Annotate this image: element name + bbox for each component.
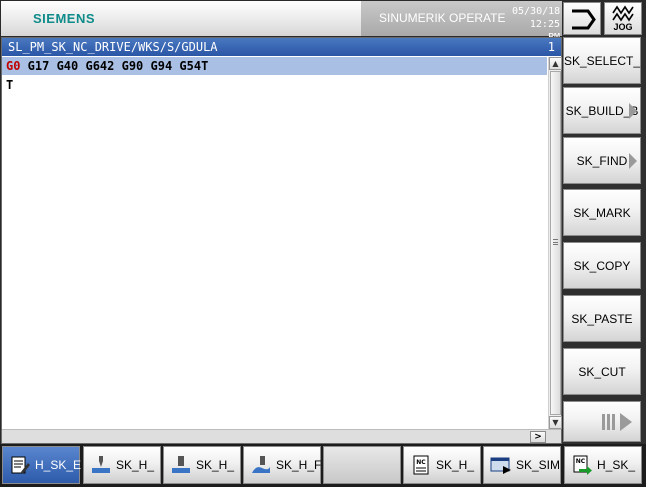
jog-mode-label: JOG <box>613 22 633 32</box>
hsoftkey-label: SK_SIM <box>516 458 561 472</box>
softkey-label: SK_SELECT_ <box>563 53 641 68</box>
machine-area-icon <box>572 9 596 30</box>
softkey-mark[interactable]: SK_MARK <box>563 189 641 236</box>
softkey-build[interactable]: SK_BUILD_B <box>563 87 641 134</box>
softkey-find[interactable]: SK_FIND <box>563 137 641 184</box>
scroll-thumb[interactable] <box>550 71 561 415</box>
svg-text:NC: NC <box>416 459 426 466</box>
drill-icon <box>92 456 110 473</box>
vertical-softkey-bar: SK_SELECT_ SK_BUILD_B SK_FIND SK_MARK SK… <box>562 37 646 444</box>
program-path-bar: SL_PM_SK_NC_DRIVE/WKS/S/GDULA 1 <box>2 38 561 56</box>
softkey-cut[interactable]: SK_CUT <box>563 348 641 395</box>
hsoftkey-simulation[interactable]: SK_SIM <box>483 446 561 484</box>
program-path: SL_PM_SK_NC_DRIVE/WKS/S/GDULA <box>8 40 218 54</box>
submenu-arrow-icon <box>629 152 637 169</box>
line-gcode-highlight: G0 <box>6 59 21 73</box>
vertical-scrollbar[interactable]: ▲ ▼ <box>548 57 562 429</box>
editor-icon <box>11 456 30 474</box>
scroll-up-button[interactable]: ▲ <box>549 57 562 70</box>
hsoftkey-label: SK_H_ <box>196 458 235 472</box>
softkey-label: SK_COPY <box>573 258 631 273</box>
header-bar: SIEMENS SINUMERIK OPERATE 05/30/18 12:25… <box>1 1 562 43</box>
softkey-label: SK_PASTE <box>571 311 633 326</box>
grip-icon <box>553 239 558 245</box>
hsoftkey-empty[interactable] <box>323 446 401 484</box>
softkey-label: SK_CUT <box>578 364 626 379</box>
softkey-paste[interactable]: SK_PASTE <box>563 295 641 342</box>
brand-logo: SIEMENS <box>33 11 96 26</box>
hsoftkey-nc-execute[interactable]: NC H_SK_ <box>564 446 642 484</box>
machine-area-button[interactable] <box>563 2 601 35</box>
hsoftkey-label: H_SK_E <box>35 458 82 472</box>
horizontal-softkey-bar: H_SK_E SK_H_ SK_H_ SK_H_F NC SK_H_ SK_SI… <box>0 444 646 487</box>
line-text: T <box>6 78 14 92</box>
line-text: G17 G40 G642 G90 G94 G54T <box>20 59 209 73</box>
hsoftkey-milling[interactable]: SK_H_ <box>163 446 241 484</box>
mill-icon <box>172 456 190 473</box>
channel-number: 1 <box>547 40 555 54</box>
softkey-copy[interactable]: SK_COPY <box>563 242 641 289</box>
softkey-label: SK_MARK <box>573 205 631 220</box>
hsoftkey-label: SK_H_F <box>276 458 322 472</box>
jog-mode-button[interactable]: JOG <box>604 2 642 35</box>
hmi-window: SIEMENS SINUMERIK OPERATE 05/30/18 12:25… <box>0 0 646 487</box>
softkey-label: SK_BUILD_B <box>565 103 639 118</box>
scroll-right-button[interactable]: > <box>530 431 546 443</box>
contour-icon <box>252 456 270 473</box>
hsoftkey-nc[interactable]: NC SK_H_ <box>403 446 481 484</box>
program-editor[interactable]: SL_PM_SK_NC_DRIVE/WKS/S/GDULA 1 G0 G17 G… <box>1 37 562 444</box>
softkey-label: SK_FIND <box>576 153 628 168</box>
hsoftkey-label: H_SK_ <box>597 458 636 472</box>
svg-text:NC: NC <box>576 458 586 465</box>
program-line-selected[interactable]: G0 G17 G40 G642 G90 G94 G54T <box>2 57 547 75</box>
hsoftkey-editor[interactable]: H_SK_E <box>2 446 82 484</box>
hsoftkey-contour[interactable]: SK_H_F <box>243 446 321 484</box>
softkey-select[interactable]: SK_SELECT_ <box>563 37 641 84</box>
date-label: 05/30/18 <box>512 6 561 17</box>
hsoftkey-label: SK_H_ <box>116 458 155 472</box>
simulation-icon <box>490 457 511 474</box>
nc-program-icon: NC <box>413 455 429 475</box>
scroll-down-button[interactable]: ▼ <box>549 416 562 429</box>
program-line[interactable]: T <box>2 76 547 94</box>
more-arrow-icon <box>602 413 632 431</box>
horizontal-scrollbar[interactable]: > <box>2 429 561 443</box>
nc-execute-icon: NC <box>573 455 592 475</box>
product-name: SINUMERIK OPERATE <box>379 11 506 25</box>
hsoftkey-drilling[interactable]: SK_H_ <box>83 446 161 484</box>
hsoftkey-label: SK_H_ <box>436 458 475 472</box>
submenu-arrow-icon <box>629 102 637 119</box>
softkey-more[interactable] <box>563 401 641 442</box>
